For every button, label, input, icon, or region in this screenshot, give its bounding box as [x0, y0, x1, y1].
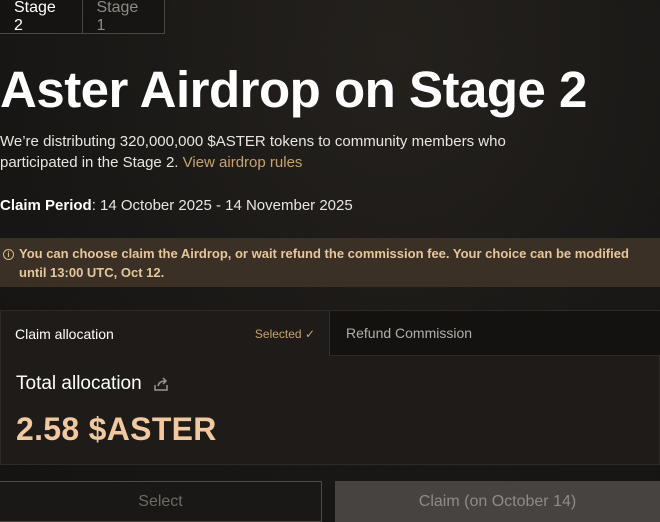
- airdrop-rules-link[interactable]: View airdrop rules: [183, 154, 303, 171]
- tab-stage-2[interactable]: Stage 2: [0, 0, 82, 34]
- claim-button[interactable]: Claim (on October 14): [335, 481, 660, 522]
- share-icon[interactable]: [152, 375, 170, 393]
- selected-indicator: Selected ✓: [254, 326, 315, 341]
- tab-stage-1[interactable]: Stage 1: [81, 0, 165, 34]
- notice-text: You can choose claim the Airdrop, or wai…: [19, 246, 629, 280]
- stage-tabs: Stage 2 Stage 1: [0, 0, 165, 34]
- option-claim-label: Claim allocation: [15, 325, 114, 342]
- claim-period-label: Claim Period: [0, 197, 92, 214]
- claim-period-value: : 14 October 2025 - 14 November 2025: [91, 197, 353, 214]
- description: We’re distributing 320,000,000 $ASTER to…: [0, 131, 560, 173]
- page-title: Aster Airdrop on Stage 2: [0, 61, 587, 118]
- info-icon: i: [3, 249, 14, 260]
- notice-banner: i You can choose claim the Airdrop, or w…: [0, 238, 660, 287]
- total-allocation-text: Total allocation: [16, 373, 142, 394]
- total-allocation-label: Total allocation: [16, 373, 170, 395]
- option-refund-commission[interactable]: Refund Commission: [329, 311, 660, 356]
- allocation-card: Claim allocation Selected ✓ Refund Commi…: [0, 310, 660, 465]
- airdrop-page: Stage 2 Stage 1 Aster Airdrop on Stage 2…: [0, 0, 660, 522]
- claim-period: Claim Period: 14 October 2025 - 14 Novem…: [0, 197, 353, 214]
- option-refund-label: Refund Commission: [346, 325, 473, 341]
- option-claim-allocation[interactable]: Claim allocation Selected ✓: [1, 311, 329, 356]
- total-allocation-value: 2.58 $ASTER: [16, 411, 217, 447]
- select-button[interactable]: Select: [0, 481, 322, 522]
